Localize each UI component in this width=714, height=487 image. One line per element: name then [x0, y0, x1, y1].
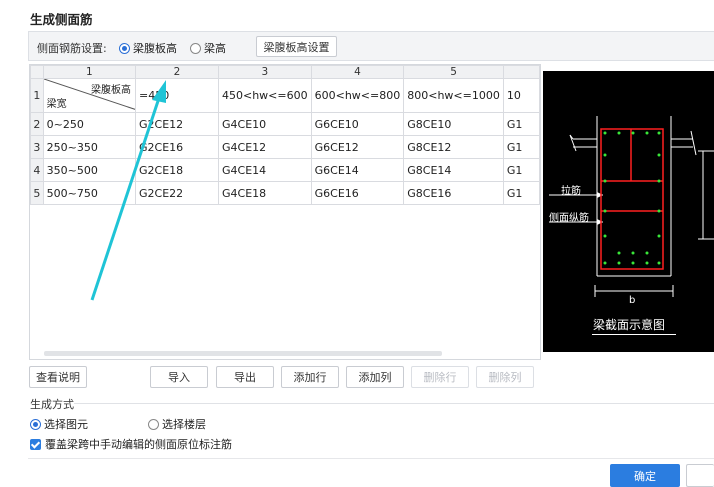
- beam-section-preview: 拉筋 侧面纵筋 b 梁截面示意图: [543, 71, 714, 352]
- table-cell[interactable]: G6CE16: [310, 181, 405, 205]
- table-cell[interactable]: 500~750: [42, 181, 137, 205]
- table-cell[interactable]: 800<hw<=1000: [403, 78, 504, 113]
- section-divider: [74, 403, 714, 404]
- table-row[interactable]: 3 250~350 G2CE16 G4CE12 G6CE12 G8CE12 G1: [30, 135, 540, 159]
- add-row-button[interactable]: 添加行: [281, 366, 339, 388]
- table-cell[interactable]: 250~350: [42, 135, 137, 159]
- table-row[interactable]: 1 梁腹板高 梁宽 =450 450<hw<=600 600<hw<=800 8…: [30, 78, 540, 113]
- diagonal-header-cell[interactable]: 梁腹板高 梁宽: [42, 78, 137, 113]
- radio-web-height-label: 梁腹板高: [133, 42, 177, 55]
- table-row[interactable]: 4 350~500 G2CE18 G4CE14 G6CE14 G8CE14 G1: [30, 158, 540, 182]
- table-cell[interactable]: G1: [502, 181, 540, 205]
- table-row[interactable]: 2 0~250 G2CE12 G4CE10 G6CE10 G8CE10 G1: [30, 112, 540, 136]
- radio-select-element-indicator: [30, 418, 41, 430]
- col-header-1[interactable]: 1: [42, 65, 137, 79]
- col-header-6[interactable]: [502, 65, 540, 79]
- footer-divider: [28, 458, 714, 459]
- row-number[interactable]: 3: [30, 135, 44, 159]
- web-height-settings-button[interactable]: 梁腹板高设置: [256, 36, 337, 57]
- row-number[interactable]: 5: [30, 181, 44, 205]
- table-cell[interactable]: 600<hw<=800: [310, 78, 405, 113]
- col-header-3[interactable]: 3: [217, 65, 312, 79]
- dialog-title: 生成侧面筋: [30, 12, 93, 27]
- import-button[interactable]: 导入: [150, 366, 208, 388]
- radio-select-floor-indicator: [148, 418, 159, 430]
- width-label: b: [629, 295, 636, 306]
- overwrite-label: 覆盖梁跨中手动编辑的侧面原位标注筋: [45, 438, 232, 451]
- ok-button[interactable]: 确定: [610, 464, 680, 487]
- tie-bar-label: 拉筋: [561, 186, 581, 197]
- side-longitudinal-bar-label: 侧面纵筋: [549, 213, 589, 224]
- row-number[interactable]: 2: [30, 112, 44, 136]
- table-cell[interactable]: 0~250: [42, 112, 137, 136]
- table-cell[interactable]: G8CE10: [403, 112, 504, 136]
- col-header-2[interactable]: 2: [135, 65, 219, 79]
- radio-web-height-indicator: [119, 42, 130, 54]
- row-number[interactable]: 4: [30, 158, 44, 182]
- table-cell[interactable]: G4CE10: [217, 112, 312, 136]
- caption-underline: [592, 334, 676, 335]
- table-cell[interactable]: G2CE12: [135, 112, 219, 136]
- checkbox-checked-icon: [30, 438, 41, 450]
- radio-web-height[interactable]: 梁腹板高: [119, 40, 177, 56]
- table-cell[interactable]: G8CE12: [403, 135, 504, 159]
- radio-select-element-label: 选择图元: [44, 418, 88, 431]
- table-cell[interactable]: G1: [502, 158, 540, 182]
- generate-side-rebar-dialog: 生成侧面筋 侧面钢筋设置: 梁腹板高 梁高 梁腹板高设置 1 2 3 4 5 1…: [0, 0, 714, 487]
- corner-bottom-label: 梁宽: [46, 99, 67, 110]
- radio-select-element[interactable]: 选择图元: [30, 416, 88, 432]
- rebar-grid[interactable]: 1 2 3 4 5 1 梁腹板高 梁宽 =450 450<hw<=600 600…: [29, 64, 541, 360]
- grid-corner: [30, 65, 44, 79]
- table-cell[interactable]: G6CE12: [310, 135, 405, 159]
- table-cell[interactable]: G6CE10: [310, 112, 405, 136]
- preview-caption: 梁截面示意图: [593, 318, 666, 332]
- view-help-button[interactable]: 查看说明: [29, 366, 87, 388]
- table-cell[interactable]: G2CE16: [135, 135, 219, 159]
- overwrite-manual-annotation-checkbox[interactable]: 覆盖梁跨中手动编辑的侧面原位标注筋: [30, 436, 232, 452]
- table-cell[interactable]: G6CE14: [310, 158, 405, 182]
- table-cell[interactable]: G8CE14: [403, 158, 504, 182]
- table-cell[interactable]: G1: [502, 135, 540, 159]
- table-cell[interactable]: G4CE12: [217, 135, 312, 159]
- generate-method-title: 生成方式: [30, 398, 74, 411]
- settings-label: 侧面钢筋设置:: [37, 42, 107, 55]
- table-cell[interactable]: G4CE14: [217, 158, 312, 182]
- col-header-4[interactable]: 4: [310, 65, 405, 79]
- horizontal-scrollbar[interactable]: [44, 351, 442, 356]
- corner-top-label: 梁腹板高: [91, 85, 131, 96]
- table-cell[interactable]: 10: [502, 78, 540, 113]
- table-cell[interactable]: G4CE18: [217, 181, 312, 205]
- add-column-button[interactable]: 添加列: [346, 366, 404, 388]
- row-number[interactable]: 1: [30, 78, 44, 113]
- table-cell[interactable]: G2CE18: [135, 158, 219, 182]
- delete-column-button[interactable]: 删除列: [476, 366, 534, 388]
- table-cell[interactable]: G2CE22: [135, 181, 219, 205]
- table-row[interactable]: 5 500~750 G2CE22 G4CE18 G6CE16 G8CE16 G1: [30, 181, 540, 205]
- table-cell[interactable]: 450<hw<=600: [217, 78, 312, 113]
- side-rebar-settings-bar: 侧面钢筋设置: 梁腹板高 梁高 梁腹板高设置: [28, 31, 714, 61]
- export-button[interactable]: 导出: [216, 366, 274, 388]
- delete-row-button[interactable]: 删除行: [411, 366, 469, 388]
- rebar-table: 1 2 3 4 5 1 梁腹板高 梁宽 =450 450<hw<=600 600…: [30, 65, 540, 205]
- table-cell[interactable]: =450: [135, 78, 219, 113]
- col-header-5[interactable]: 5: [403, 65, 504, 79]
- radio-beam-height-indicator: [190, 42, 201, 54]
- radio-select-floor[interactable]: 选择楼层: [148, 416, 206, 432]
- radio-beam-height-label: 梁高: [204, 42, 226, 55]
- table-cell[interactable]: G8CE16: [403, 181, 504, 205]
- cancel-button-partial[interactable]: [686, 464, 714, 487]
- radio-beam-height[interactable]: 梁高: [190, 40, 226, 56]
- radio-select-floor-label: 选择楼层: [162, 418, 206, 431]
- table-cell[interactable]: 350~500: [42, 158, 137, 182]
- table-cell[interactable]: G1: [502, 112, 540, 136]
